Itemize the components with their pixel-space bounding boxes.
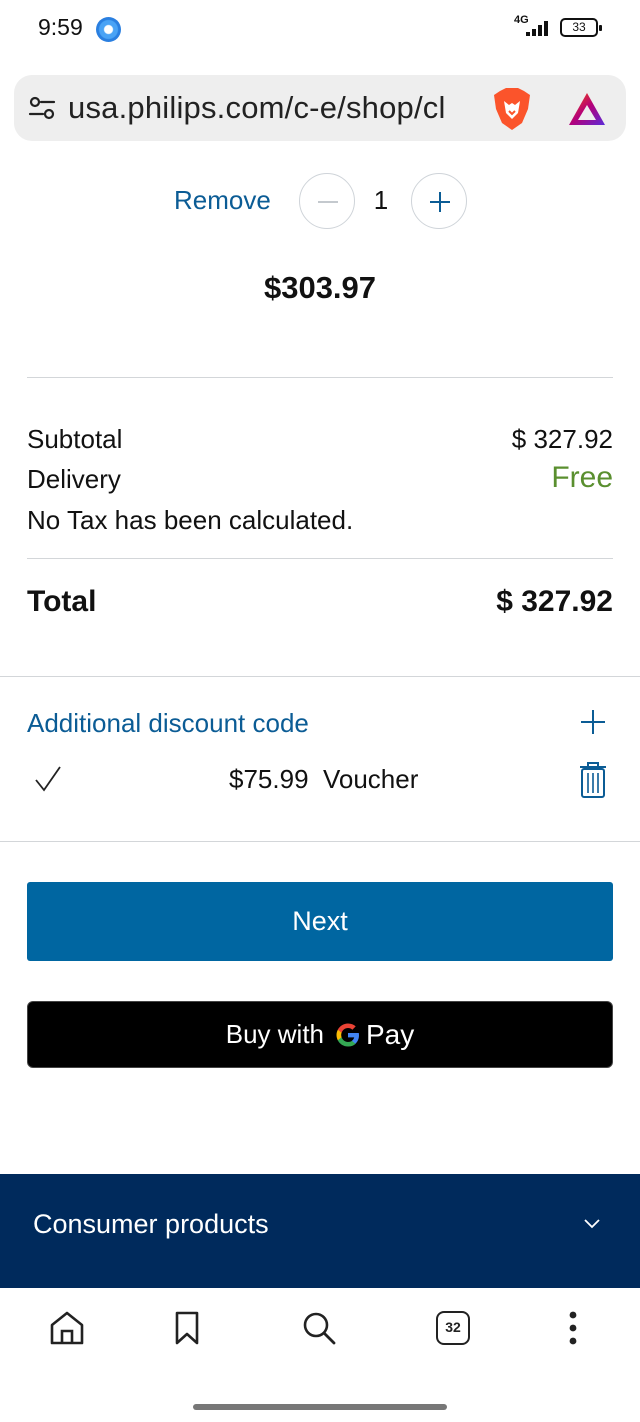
tabs-icon[interactable]: 32	[436, 1311, 470, 1345]
notification-app-icon	[96, 17, 121, 42]
delivery-label: Delivery	[27, 464, 121, 494]
quantity-value: 1	[373, 185, 389, 215]
divider	[27, 377, 613, 378]
bookmark-icon[interactable]	[169, 1310, 205, 1346]
google-pay-button[interactable]: Buy with Pay	[27, 1001, 613, 1068]
battery-icon: 33	[560, 18, 602, 37]
google-g-icon	[336, 1023, 359, 1046]
subtotal-value: $ 327.92	[511, 424, 613, 454]
home-indicator[interactable]	[193, 1404, 447, 1410]
divider	[0, 676, 640, 677]
increase-quantity-button[interactable]	[411, 173, 467, 229]
remove-item-link[interactable]: Remove	[174, 185, 271, 216]
signal-icon: 4G	[512, 14, 552, 38]
footer-section-title[interactable]: Consumer products	[33, 1209, 269, 1240]
address-bar[interactable]: usa.philips.com/c-e/shop/cl	[14, 75, 626, 141]
check-icon	[35, 766, 61, 792]
delivery-value: Free	[551, 461, 613, 494]
total-value: $ 327.92	[496, 585, 613, 618]
subtotal-label: Subtotal	[27, 424, 123, 454]
trash-icon[interactable]	[579, 762, 607, 798]
battery-level: 33	[572, 20, 586, 34]
plus-icon	[430, 192, 450, 212]
browser-bottom-toolbar	[0, 1288, 640, 1422]
tune-icon[interactable]	[28, 95, 56, 121]
tabs-count: 32	[445, 1319, 461, 1335]
chevron-down-icon[interactable]	[583, 1218, 601, 1230]
brave-rewards-icon[interactable]	[567, 91, 607, 127]
tax-note: No Tax has been calculated.	[27, 505, 354, 535]
item-price: $303.97	[263, 270, 377, 305]
decrease-quantity-button[interactable]	[299, 173, 355, 229]
minus-icon	[318, 201, 338, 203]
search-icon[interactable]	[301, 1310, 337, 1346]
next-button[interactable]: Next	[27, 882, 613, 961]
gpay-pay-text: Pay	[366, 1018, 415, 1050]
more-vertical-icon[interactable]	[555, 1310, 591, 1346]
divider	[27, 558, 613, 559]
home-icon[interactable]	[49, 1310, 85, 1346]
brave-lion-icon[interactable]	[492, 87, 532, 131]
voucher-text: $75.99 Voucher	[229, 764, 419, 794]
total-label: Total	[27, 585, 97, 618]
divider	[0, 841, 640, 842]
discount-code-toggle[interactable]: Additional discount code	[27, 708, 309, 739]
status-bar: 9:59 4G 33	[0, 0, 640, 60]
gpay-label: Buy with	[225, 1019, 324, 1049]
status-time: 9:59	[38, 14, 83, 40]
url-text[interactable]: usa.philips.com/c-e/shop/cl	[68, 90, 478, 126]
plus-icon[interactable]	[580, 709, 606, 735]
network-type: 4G	[514, 14, 529, 26]
